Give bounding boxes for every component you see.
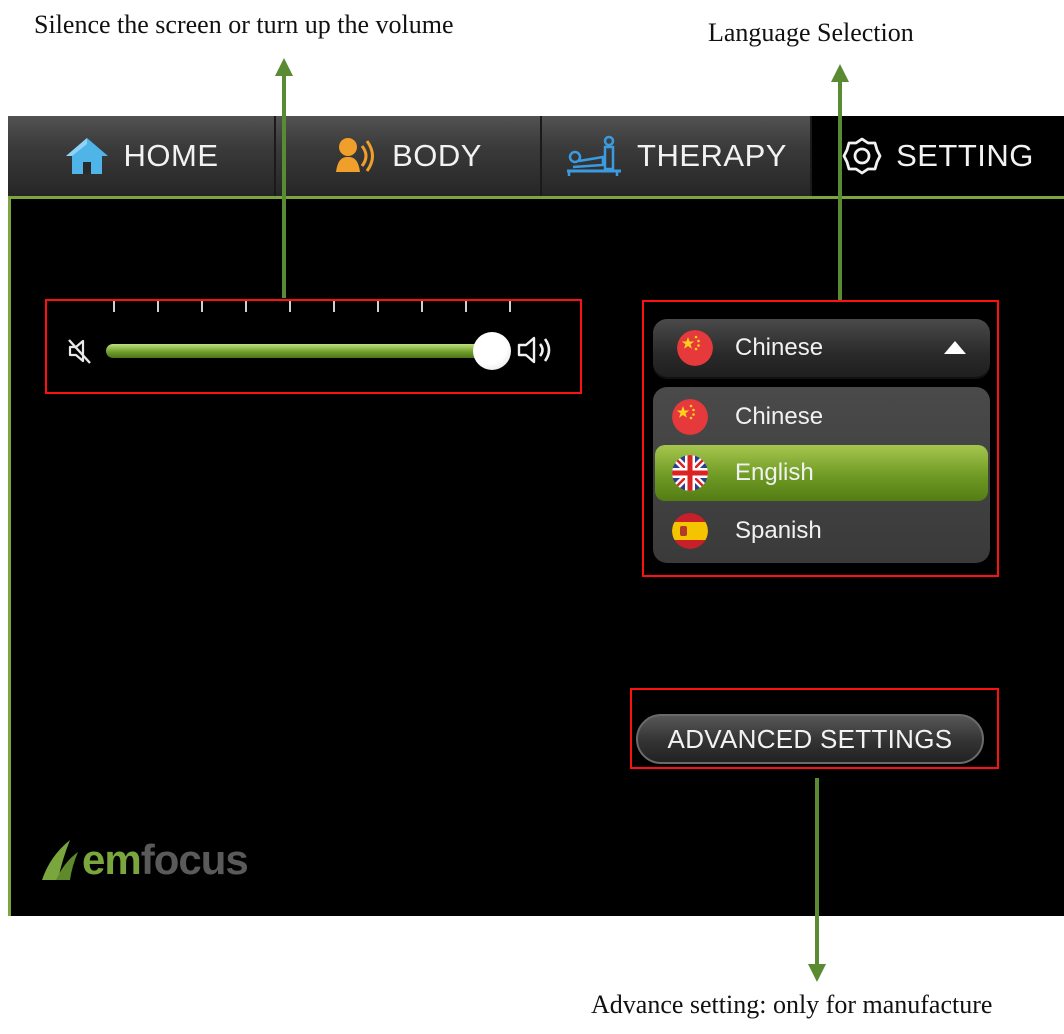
- tab-therapy-label: THERAPY: [637, 138, 787, 173]
- content-border-left: [8, 196, 11, 916]
- annotation-language: Language Selection: [708, 18, 914, 47]
- arrow-volume: [282, 72, 286, 298]
- highlight-box-volume: [45, 299, 582, 394]
- tab-bar: HOME BODY THERAPY SETTING: [8, 116, 1064, 196]
- leaf-logo-icon: [42, 840, 78, 880]
- annotation-volume: Silence the screen or turn up the volume: [34, 10, 454, 39]
- tab-body[interactable]: BODY: [276, 116, 542, 196]
- home-icon: [64, 136, 110, 176]
- arrow-down-icon: [808, 964, 826, 982]
- tab-setting[interactable]: SETTING: [812, 116, 1064, 196]
- emfocus-logo: emfocus: [40, 836, 249, 886]
- tab-home-label: HOME: [123, 138, 219, 173]
- annotation-advanced: Advance setting: only for manufacture: [591, 990, 993, 1019]
- gear-icon: [842, 136, 882, 176]
- arrow-advanced: [815, 778, 819, 970]
- arrow-language: [838, 78, 842, 300]
- highlight-box-advanced: [630, 688, 999, 769]
- tab-body-label: BODY: [392, 138, 482, 173]
- logo-text-focus: focus: [140, 836, 249, 883]
- body-sound-icon: [334, 136, 378, 176]
- tab-therapy[interactable]: THERAPY: [542, 116, 812, 196]
- logo-text-em: em: [82, 836, 142, 883]
- tab-home[interactable]: HOME: [8, 116, 276, 196]
- tab-setting-label: SETTING: [896, 138, 1034, 173]
- logo-text: emfocus: [82, 836, 249, 884]
- arrow-up-icon: [831, 64, 849, 82]
- content-border-top: [8, 196, 1064, 199]
- therapy-bed-icon: [565, 135, 623, 177]
- highlight-box-language: [642, 300, 999, 577]
- arrow-up-icon: [275, 58, 293, 76]
